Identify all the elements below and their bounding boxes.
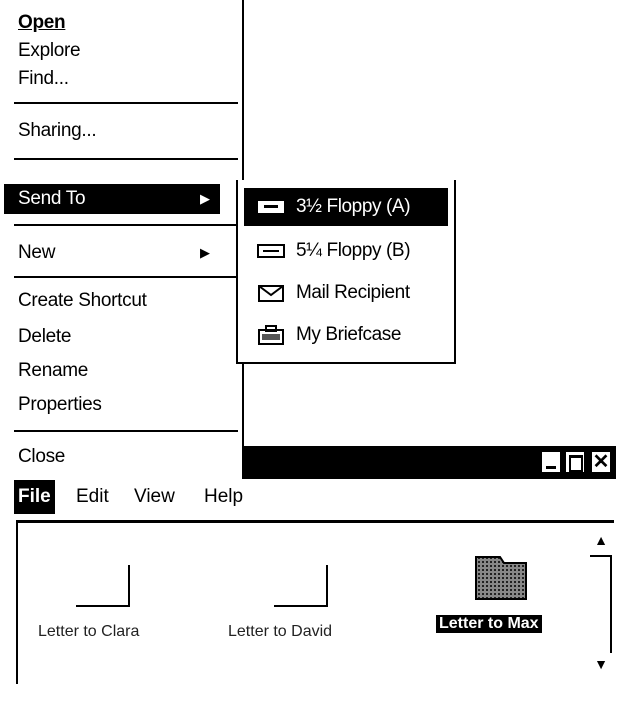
menu-item-label: Delete	[18, 326, 72, 347]
submenu-item-label: Mail Recipient	[296, 282, 410, 303]
minimize-button[interactable]	[540, 450, 562, 474]
menu-item-new[interactable]: New	[18, 238, 55, 268]
menu-item-close[interactable]: Close	[18, 442, 65, 472]
submenu-arrow-icon: ▶	[200, 245, 210, 260]
menu-separator	[14, 102, 238, 104]
menu-item-label: Close	[18, 446, 66, 467]
menu-item-explore[interactable]: Explore	[18, 36, 81, 66]
arrow-up-icon: ▲	[594, 532, 608, 548]
menu-item-label: Rename	[18, 360, 89, 381]
scroll-up-button[interactable]: ▲	[590, 529, 612, 553]
menu-item-rename[interactable]: Rename	[18, 356, 88, 386]
menu-separator	[14, 430, 238, 432]
close-button[interactable]: ✕	[590, 450, 612, 474]
menu-item-find[interactable]: Find...	[18, 64, 69, 94]
window-title-bar[interactable]: ✕	[242, 446, 616, 479]
scrollbar-track[interactable]	[610, 557, 612, 653]
document-icon	[475, 556, 527, 600]
menu-view[interactable]: View	[130, 480, 179, 514]
file-name: Letter to Clara	[38, 623, 140, 640]
menu-item-label: New	[18, 242, 56, 263]
context-menu: Open Explore Find... Sharing... Send To …	[0, 0, 244, 478]
submenu-item-mail-recipient[interactable]: Mail Recipient	[244, 274, 448, 312]
menu-item-label: Send To	[18, 188, 86, 209]
submenu-item-label: My Briefcase	[296, 324, 402, 345]
menu-label: Edit	[76, 486, 109, 507]
floppy-drive-icon	[257, 244, 285, 258]
arrow-down-icon: ▼	[594, 656, 608, 672]
window-menubar: File Edit View Help	[14, 480, 616, 514]
submenu-arrow-icon: ▶	[200, 191, 210, 206]
document-icon	[274, 565, 328, 607]
menu-item-label: Properties	[18, 394, 102, 415]
menu-item-properties[interactable]: Properties	[18, 390, 102, 420]
menu-item-label: Find...	[18, 68, 69, 89]
menu-separator	[14, 276, 238, 278]
menu-item-label: Explore	[18, 40, 81, 61]
maximize-button[interactable]	[564, 450, 586, 474]
menu-help[interactable]: Help	[200, 480, 247, 514]
scroll-down-button[interactable]: ▼	[590, 653, 612, 677]
menu-item-open[interactable]: Open	[18, 8, 66, 38]
submenu-item-floppy-b[interactable]: 5¼ Floppy (B)	[244, 232, 448, 270]
file-name: Letter to David	[228, 623, 333, 640]
mail-envelope-icon	[258, 285, 284, 302]
menu-item-label: Sharing...	[18, 120, 97, 141]
submenu-item-my-briefcase[interactable]: My Briefcase	[244, 316, 448, 354]
briefcase-icon	[258, 325, 284, 345]
minimize-icon	[546, 466, 556, 469]
menu-item-label: Create Shortcut	[18, 290, 147, 311]
menu-label: Help	[204, 486, 244, 507]
menu-item-sharing[interactable]: Sharing...	[18, 116, 97, 146]
maximize-icon	[569, 455, 583, 472]
floppy-drive-icon	[258, 201, 284, 213]
menu-item-send-to[interactable]: Send To ▶	[4, 184, 220, 214]
menu-item-create-shortcut[interactable]: Create Shortcut	[18, 286, 147, 316]
menu-item-label: Open	[18, 12, 66, 33]
menu-item-delete[interactable]: Delete	[18, 322, 71, 352]
menu-label: File	[18, 486, 51, 507]
menu-separator	[14, 224, 238, 226]
close-icon: ✕	[592, 451, 610, 473]
file-view-pane: Letter to Clara Letter to David Letter t…	[16, 520, 614, 684]
send-to-submenu: 3½ Floppy (A) 5¼ Floppy (B) Mail Recipie…	[236, 180, 456, 364]
submenu-item-label: 3½ Floppy (A)	[296, 196, 411, 217]
menu-edit[interactable]: Edit	[72, 480, 113, 514]
menu-file[interactable]: File	[14, 480, 55, 514]
document-icon	[76, 565, 130, 607]
menu-label: View	[134, 486, 175, 507]
menu-separator	[14, 158, 238, 160]
submenu-item-floppy-a[interactable]: 3½ Floppy (A)	[244, 188, 448, 226]
submenu-item-label: 5¼ Floppy (B)	[296, 240, 411, 261]
scrollbar-divider	[590, 555, 612, 557]
file-name: Letter to Max	[436, 615, 542, 633]
